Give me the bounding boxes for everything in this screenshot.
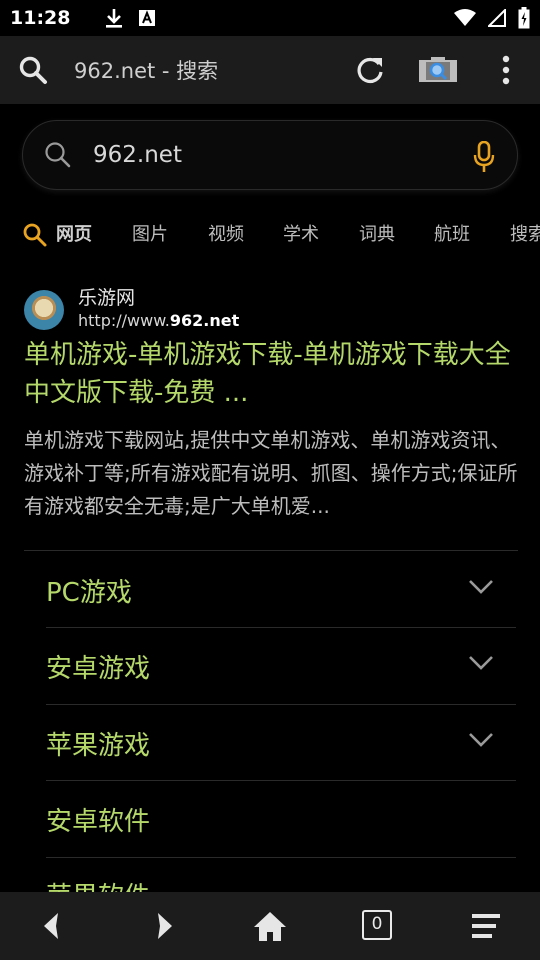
- back-icon[interactable]: [34, 908, 70, 944]
- sublink-apple-games[interactable]: 苹果游戏: [46, 705, 516, 781]
- tab-images[interactable]: 图片: [132, 220, 168, 246]
- bottom-navigation-bar: [0, 892, 540, 960]
- download-icon: [106, 9, 123, 28]
- tab-dictionary[interactable]: 词典: [359, 220, 395, 246]
- divider: [24, 550, 518, 551]
- status-time: 11:28: [10, 7, 71, 29]
- image-search-icon[interactable]: [418, 56, 458, 84]
- chevron-down-icon[interactable]: [468, 654, 494, 672]
- search-box[interactable]: 962.net: [22, 120, 518, 190]
- result-url-domain: 962.net: [169, 311, 240, 330]
- signal-icon: [488, 9, 506, 27]
- battery-icon: [518, 7, 530, 29]
- top-app-bar: 962.net - 搜索: [0, 36, 540, 104]
- forward-icon[interactable]: [146, 908, 182, 944]
- tab-videos[interactable]: 视频: [208, 220, 244, 246]
- microphone-icon[interactable]: [473, 141, 495, 173]
- tab-academic[interactable]: 学术: [283, 220, 319, 246]
- result-snippet: 单机游戏下载网站,提供中文单机游戏、单机游戏资讯、游戏补丁等;所有游戏配有说明、…: [24, 428, 518, 518]
- sublink-label: 苹果游戏: [46, 730, 151, 761]
- home-icon[interactable]: [252, 908, 288, 944]
- search-type-tabs: 网页 图片 视频 学术 词典 航班 搜索: [0, 210, 540, 254]
- search-icon: [45, 142, 71, 168]
- sublink-android-games[interactable]: 安卓游戏: [46, 628, 516, 704]
- search-icon: [23, 223, 47, 247]
- search-input[interactable]: 962.net: [93, 142, 182, 168]
- menu-icon[interactable]: [468, 908, 504, 944]
- result-title-link[interactable]: 单机游戏-单机游戏下载-单机游戏下载大全中文版下载-免费 ...: [24, 336, 518, 412]
- sublink-label: 苹果软件: [46, 876, 150, 892]
- browser-screen: 11:28 962.net - 搜索 962.net 网页 图片 视频 学术 词…: [0, 0, 540, 960]
- wifi-icon: [454, 9, 476, 26]
- tabs-count-button[interactable]: 0: [362, 910, 392, 940]
- tab-web[interactable]: 网页: [56, 220, 92, 246]
- tab-flights[interactable]: 航班: [434, 220, 470, 246]
- sublink-pc-games[interactable]: PC游戏: [46, 552, 516, 628]
- refresh-icon[interactable]: [354, 54, 386, 86]
- sublink-label: PC游戏: [46, 577, 132, 608]
- page-title[interactable]: 962.net - 搜索: [74, 55, 218, 85]
- sublink-android-software[interactable]: 安卓软件: [46, 781, 516, 857]
- keyboard-a-icon: [139, 10, 156, 26]
- result-url-prefix: http://www.: [78, 311, 170, 330]
- result-url: http://www.962.net: [78, 310, 239, 332]
- search-result: 乐游网 http://www.962.net 单机游戏-单机游戏下载-单机游戏下…: [24, 286, 518, 523]
- result-site-row[interactable]: 乐游网 http://www.962.net: [24, 286, 518, 336]
- result-site-name: 乐游网: [78, 287, 136, 309]
- tab-more[interactable]: 搜索: [510, 220, 540, 246]
- search-icon[interactable]: [18, 55, 48, 85]
- more-options-icon[interactable]: [496, 54, 516, 86]
- status-bar: 11:28: [0, 0, 540, 36]
- sublink-label: 安卓游戏: [46, 653, 151, 684]
- site-logo: [24, 290, 64, 330]
- sublink-label: 安卓软件: [46, 806, 151, 837]
- chevron-down-icon[interactable]: [468, 731, 494, 749]
- chevron-down-icon[interactable]: [468, 578, 494, 596]
- sublink-apple-software[interactable]: 苹果软件: [46, 858, 516, 892]
